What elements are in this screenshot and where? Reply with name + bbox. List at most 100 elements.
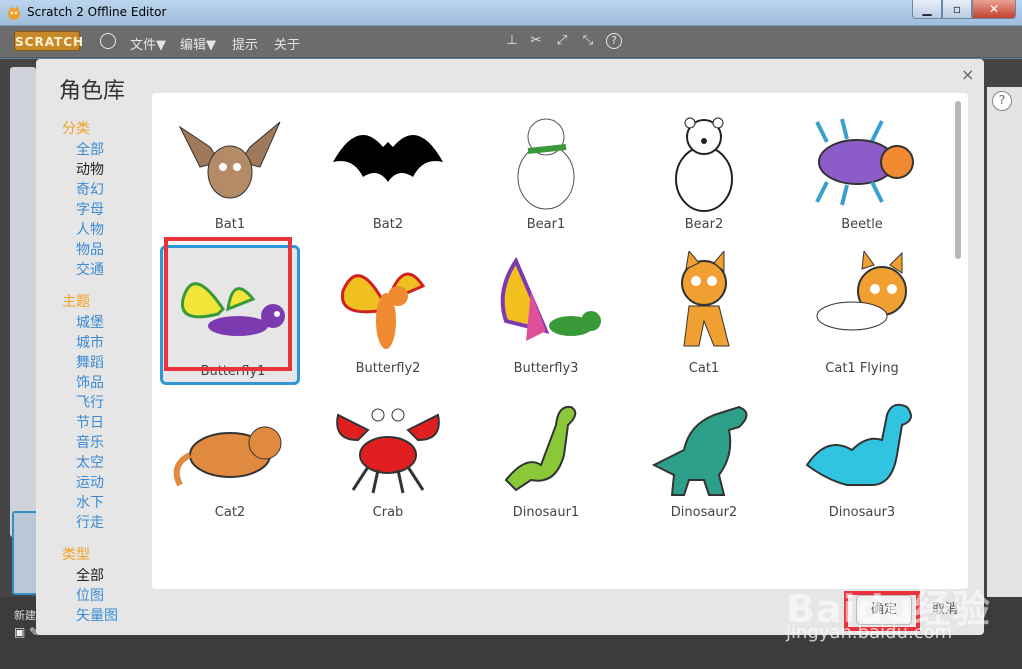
sprite-tile[interactable]: Butterfly1 xyxy=(160,245,300,385)
sidebar-item[interactable]: 全部 xyxy=(62,566,142,586)
sprite-tile[interactable]: Dinosaur2 xyxy=(634,389,774,529)
sprite-name: Dinosaur3 xyxy=(828,505,896,520)
maximize-button[interactable]: ▫ xyxy=(942,0,972,19)
sidebar-item[interactable]: 物品 xyxy=(62,240,142,260)
sprite-name: Bat2 xyxy=(372,217,404,232)
window-title: Scratch 2 Offline Editor xyxy=(27,5,167,19)
sidebar-item[interactable]: 全部 xyxy=(62,140,142,160)
sprite-name: Crab xyxy=(372,505,404,520)
sidebar-item[interactable]: 舞蹈 xyxy=(62,353,142,373)
help-button[interactable]: ? xyxy=(992,91,1012,111)
sprite-name: Cat2 xyxy=(214,505,246,520)
scripts-pane xyxy=(987,87,1022,667)
sidebar-section-title: 分类 xyxy=(62,121,90,137)
sidebar-item[interactable]: 音乐 xyxy=(62,433,142,453)
sprite-tile[interactable] xyxy=(634,533,774,589)
sprite-tile[interactable]: Cat1 Flying xyxy=(792,245,932,385)
sprite-library-dialog: × 角色库 分类 全部 动物 奇幻 字母 人物 物品 交通 主题 城堡 城市 舞蹈 饰品 飞行 节日 音乐 太空… xyxy=(36,59,984,635)
scratch-logo[interactable]: SCRATCH xyxy=(14,31,83,51)
sprite-thumbnail-image xyxy=(336,408,440,494)
shrink-icon[interactable]: ⤡ xyxy=(580,33,596,49)
sprite-thumbnail-image xyxy=(333,135,443,182)
scrollbar[interactable] xyxy=(954,99,962,583)
sidebar-item[interactable]: 水下 xyxy=(62,493,142,513)
delete-scissors-icon[interactable]: ✂ xyxy=(528,33,544,49)
sprite-tile[interactable] xyxy=(476,533,616,589)
sidebar-item[interactable]: 人物 xyxy=(62,220,142,240)
sprite-tile[interactable]: Beetle xyxy=(792,101,932,241)
sprite-tile[interactable] xyxy=(160,533,300,589)
globe-icon[interactable] xyxy=(100,33,116,49)
sprite-name: Cat1 Flying xyxy=(825,361,899,376)
sprite-tile[interactable]: Bat2 xyxy=(318,101,458,241)
sprite-tile[interactable]: Butterfly2 xyxy=(318,245,458,385)
sprite-thumbnail-image xyxy=(815,118,914,206)
grow-icon[interactable]: ⤢ xyxy=(554,33,570,49)
sprite-thumbnail-image xyxy=(180,282,285,336)
sprite-tile[interactable]: Bat1 xyxy=(160,101,300,241)
sidebar-item[interactable]: 行走 xyxy=(62,513,142,533)
sprite-name: Dinosaur1 xyxy=(512,505,580,520)
sprite-name: Beetle xyxy=(841,217,883,232)
sidebar-item[interactable]: 节日 xyxy=(62,413,142,433)
sprite-thumbnail-image xyxy=(500,256,601,341)
sidebar-item[interactable]: 太空 xyxy=(62,453,142,473)
menu-about[interactable]: 关于 xyxy=(274,34,300,53)
window-close-button[interactable]: ✕ xyxy=(972,0,1016,19)
sidebar-item[interactable]: 奇幻 xyxy=(62,180,142,200)
sprite-tile[interactable]: Bear2 xyxy=(634,101,774,241)
menu-bar: SCRATCH 文件▼ 编辑▼ 提示 关于 ⊥ ✂ ⤢ ⤡ ? xyxy=(0,26,1022,58)
sprite-thumbnail-image xyxy=(517,118,575,210)
sidebar-item[interactable]: 交通 xyxy=(62,260,142,280)
sprite-thumbnail-image xyxy=(651,405,748,496)
sidebar-item[interactable]: 字母 xyxy=(62,200,142,220)
sprite-name: Bear1 xyxy=(526,217,566,232)
sidebar-item[interactable]: 动物 xyxy=(62,160,142,180)
sidebar-item[interactable]: 位图 xyxy=(62,586,142,606)
duplicate-stamp-icon[interactable]: ⊥ xyxy=(504,33,520,49)
filter-sidebar: 分类 全部 动物 奇幻 字母 人物 物品 交通 主题 城堡 城市 舞蹈 饰品 飞行 节日 音乐 太空 运动 水下 行走… xyxy=(62,119,142,626)
minimize-button[interactable]: ▁ xyxy=(912,0,942,19)
sprite-name: Cat1 xyxy=(688,361,720,376)
sprite-thumbnail-image xyxy=(170,539,290,589)
sidebar-item[interactable]: 城堡 xyxy=(62,313,142,333)
sidebar-item[interactable]: 饰品 xyxy=(62,373,142,393)
sprite-tile[interactable]: Cat2 xyxy=(160,389,300,529)
sprite-thumbnail-image xyxy=(504,405,577,492)
sidebar-item[interactable]: 矢量图 xyxy=(62,606,142,626)
sprite-thumbnail-image xyxy=(644,539,764,589)
sidebar-section-title: 主题 xyxy=(62,294,90,310)
scratch-cat-icon xyxy=(8,6,20,20)
sprite-name: Butterfly1 xyxy=(200,364,266,379)
sprite-name: Bat1 xyxy=(214,217,246,232)
stage-thumbnail[interactable] xyxy=(12,511,38,595)
sprite-thumbnail-image xyxy=(681,251,730,347)
menu-file[interactable]: 文件▼ xyxy=(130,34,166,53)
menu-edit[interactable]: 编辑▼ xyxy=(180,34,216,53)
dialog-title: 角色库 xyxy=(59,79,126,104)
sprite-tile[interactable]: Cat1 xyxy=(634,245,774,385)
sprite-tile[interactable]: Butterfly3 xyxy=(476,245,616,385)
scrollbar-thumb[interactable] xyxy=(955,101,961,259)
sidebar-item[interactable]: 运动 xyxy=(62,473,142,493)
menu-tips[interactable]: 提示 xyxy=(232,34,258,53)
sprite-tile[interactable]: Crab xyxy=(318,389,458,529)
new-sprite-label: 新建 xyxy=(14,609,36,622)
sprite-thumbnail-image xyxy=(178,121,281,199)
sidebar-section-title: 类型 xyxy=(62,547,90,563)
help-icon[interactable]: ? xyxy=(606,33,622,49)
sidebar-item[interactable]: 飞行 xyxy=(62,393,142,413)
sprite-thumbnail-image xyxy=(340,272,426,349)
close-icon[interactable]: × xyxy=(961,65,974,84)
sidebar-item[interactable]: 城市 xyxy=(62,333,142,353)
window-controls: ▁ ▫ ✕ xyxy=(912,0,1016,19)
sprite-tile[interactable]: Bear1 xyxy=(476,101,616,241)
sprite-thumbnail-image xyxy=(805,403,912,486)
sprite-tile[interactable]: Dinosaur1 xyxy=(476,389,616,529)
title-bar: Scratch 2 Offline Editor ▁ ▫ ✕ xyxy=(0,0,1022,26)
app-window: Scratch 2 Offline Editor ▁ ▫ ✕ SCRATCH 文… xyxy=(0,0,1022,669)
sprite-tile[interactable] xyxy=(318,533,458,589)
sprite-thumbnail-image xyxy=(486,539,606,589)
sprite-name: Dinosaur2 xyxy=(670,505,738,520)
sprite-tile[interactable]: Dinosaur3 xyxy=(792,389,932,529)
